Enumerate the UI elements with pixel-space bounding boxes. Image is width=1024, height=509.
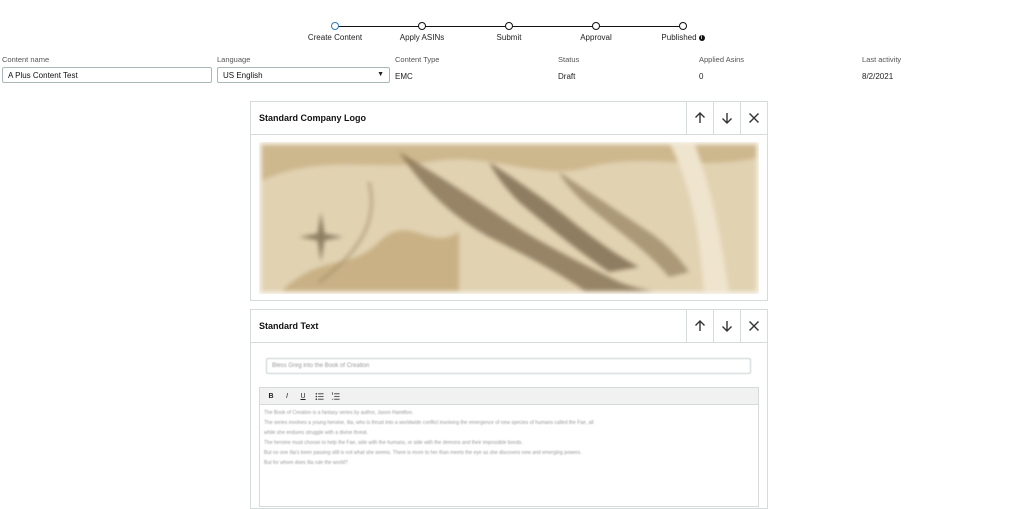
move-down-button[interactable] [713, 310, 740, 342]
bold-button[interactable]: B [264, 389, 278, 403]
editor-body[interactable]: The Book of Creation is a fantasy series… [260, 405, 758, 471]
body-line: The Book of Creation is a fantasy series… [264, 410, 414, 416]
remove-module-button[interactable] [740, 102, 767, 134]
content-type-value: EMC [395, 72, 413, 81]
bulleted-list-icon [315, 392, 324, 400]
step-dot [331, 22, 339, 30]
module-company-logo: Standard Company Logo [250, 101, 768, 301]
progress-stepper: Create Content Apply ASINs Submit Approv… [0, 20, 1024, 44]
arrow-up-icon [695, 112, 705, 123]
step-apply-asins[interactable]: Apply ASINs [377, 20, 467, 42]
move-down-button[interactable] [713, 102, 740, 134]
status-label: Status [558, 55, 580, 64]
step-published-label: Published [661, 33, 697, 42]
move-up-button[interactable] [686, 102, 713, 134]
numbered-list-button[interactable] [328, 389, 342, 403]
module-title: Standard Company Logo [259, 113, 367, 123]
step-published[interactable]: Published i [638, 20, 728, 42]
rich-text-editor[interactable]: B I U The Book of Creation is a fantasy … [259, 387, 759, 507]
status-value: Draft [558, 72, 576, 81]
numbered-list-icon [331, 391, 340, 400]
step-label: Approval [580, 33, 612, 42]
language-select[interactable]: US English ▼ [217, 67, 390, 83]
last-activity-value: 8/2/2021 [862, 72, 894, 81]
content-name-input[interactable] [2, 67, 212, 83]
company-logo-image[interactable] [259, 142, 759, 294]
step-label: Submit [496, 33, 522, 42]
body-line: But for whom does Ilia rule the world? [264, 460, 348, 466]
bulleted-list-button[interactable] [312, 389, 326, 403]
body-line: But no one Ilia's been passing still is … [264, 450, 582, 456]
content-type-label: Content Type [395, 55, 440, 64]
language-label: Language [217, 55, 251, 64]
language-select-value: US English [223, 71, 263, 80]
last-activity-label: Last activity [862, 55, 902, 64]
module-title: Standard Text [259, 321, 319, 331]
module-header: Standard Text [251, 310, 767, 343]
arrow-down-icon [722, 113, 732, 124]
step-label: Published i [638, 33, 728, 42]
step-dot [679, 22, 687, 30]
applied-asins-value: 0 [699, 72, 704, 81]
body-line: The series involves a young heroine, Ili… [264, 420, 594, 426]
info-icon[interactable]: i [698, 34, 705, 41]
body-line: while she endures struggle with a divine… [264, 430, 368, 436]
step-label: Apply ASINs [399, 33, 445, 42]
step-label: Create Content [307, 33, 363, 42]
arrow-up-icon [695, 320, 705, 331]
step-dot [505, 22, 513, 30]
step-create-content[interactable]: Create Content [290, 20, 380, 42]
step-approval[interactable]: Approval [551, 20, 641, 42]
close-icon [749, 113, 759, 123]
editor-toolbar: B I U [260, 388, 758, 405]
remove-module-button[interactable] [740, 310, 767, 342]
step-submit[interactable]: Submit [464, 20, 554, 42]
module-header: Standard Company Logo [251, 102, 767, 135]
caret-down-icon: ▼ [377, 71, 384, 78]
step-dot [592, 22, 600, 30]
move-up-button[interactable] [686, 310, 713, 342]
content-name-label: Content name [2, 55, 50, 64]
body-line: The heroine must choose to help the Fae,… [264, 440, 523, 446]
applied-asins-label: Applied Asins [699, 55, 745, 64]
headline-input[interactable]: Bless Greg into the Book of Creation [266, 358, 751, 374]
close-icon [749, 321, 759, 331]
italic-button[interactable]: I [280, 389, 294, 403]
parchment-map-image [259, 142, 759, 294]
underline-button[interactable]: U [296, 389, 310, 403]
arrow-down-icon [722, 321, 732, 332]
module-standard-text: Standard Text Bless Greg into the Book o… [250, 309, 768, 509]
step-dot [418, 22, 426, 30]
